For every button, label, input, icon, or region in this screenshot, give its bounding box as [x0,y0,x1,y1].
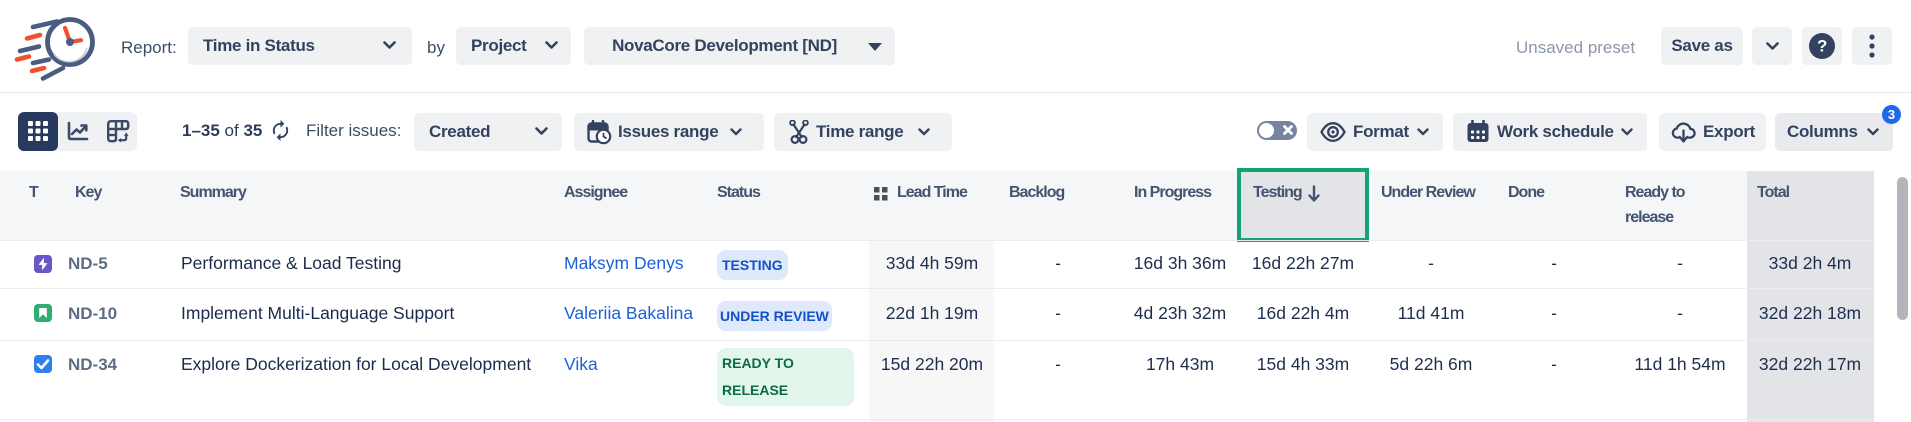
svg-text:?: ? [1817,37,1827,56]
